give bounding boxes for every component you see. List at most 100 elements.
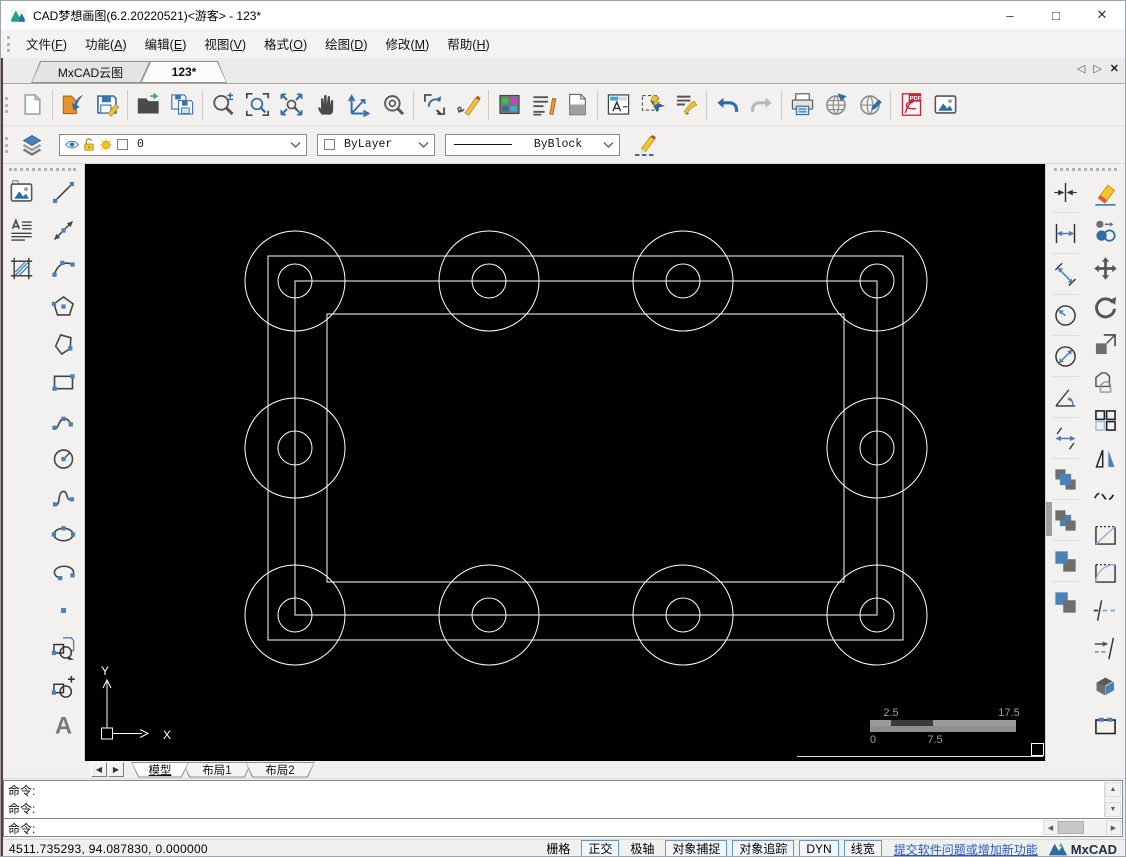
block-insert-button[interactable] xyxy=(46,631,80,665)
status-toggle-栅格[interactable]: 栅格 xyxy=(540,841,576,856)
new-file-button[interactable] xyxy=(15,88,49,122)
chevron-down-icon[interactable] xyxy=(417,141,430,149)
menu-item-1[interactable]: 文件(F) xyxy=(17,29,76,58)
status-toggle-线宽[interactable]: 线宽 xyxy=(843,840,882,856)
undo-button[interactable] xyxy=(710,88,744,122)
save-as-button[interactable] xyxy=(165,88,199,122)
toolbar-grip-handle[interactable] xyxy=(5,96,8,113)
layout-tab-布局2[interactable]: 布局2 xyxy=(245,762,315,778)
hatch-button[interactable] xyxy=(5,251,39,285)
palette-grip-handle[interactable] xyxy=(1053,168,1117,171)
match-properties-button[interactable] xyxy=(669,88,703,122)
spline-button[interactable] xyxy=(46,479,80,513)
maximize-button[interactable]: □ xyxy=(1033,1,1079,29)
ellipse-button[interactable] xyxy=(46,517,80,551)
linetype-select[interactable]: ByBlock xyxy=(445,133,620,156)
status-toggle-对象追踪[interactable]: 对象追踪 xyxy=(732,840,795,856)
irregular-polygon-button[interactable] xyxy=(46,327,80,361)
menu-item-5[interactable]: 格式(O) xyxy=(255,29,316,58)
mirror-button[interactable] xyxy=(1088,441,1122,475)
quick-select-button[interactable] xyxy=(635,88,669,122)
rotate-button[interactable] xyxy=(1088,289,1122,323)
dim-aligned-button[interactable] xyxy=(1049,257,1083,291)
menu-item-2[interactable]: 功能(A) xyxy=(76,29,136,58)
pdf-export-button[interactable]: PDF xyxy=(894,88,928,122)
web-publish-button[interactable] xyxy=(819,88,853,122)
document-tab-2[interactable]: 123* xyxy=(141,61,227,83)
draworder-front-button[interactable] xyxy=(1049,462,1083,496)
zoom-dynamic-button[interactable] xyxy=(206,88,240,122)
layer-select[interactable]: 0 xyxy=(59,133,307,156)
scroll-left-icon[interactable]: ◀ xyxy=(1043,820,1058,835)
color-select[interactable]: ByLayer xyxy=(317,133,435,156)
menu-item-4[interactable]: 视图(V) xyxy=(195,29,255,58)
zoom-center-button[interactable] xyxy=(376,88,410,122)
break-button[interactable] xyxy=(1088,593,1122,627)
dim-diameter-button[interactable] xyxy=(1049,339,1083,373)
menu-item-3[interactable]: 编辑(E) xyxy=(136,29,196,58)
toolbar-grip-handle[interactable] xyxy=(5,136,8,153)
menu-item-7[interactable]: 修改(M) xyxy=(377,29,439,58)
chevron-down-icon[interactable] xyxy=(602,141,615,149)
status-toggle-极轴[interactable]: 极轴 xyxy=(624,841,660,856)
fillet-button[interactable] xyxy=(1088,555,1122,589)
status-toggle-正交[interactable]: 正交 xyxy=(581,840,620,856)
solid-box-button[interactable] xyxy=(1088,669,1122,703)
scroll-right-icon[interactable]: ▶ xyxy=(1106,820,1121,835)
view-refresh-button[interactable] xyxy=(417,88,451,122)
linetype-edit-button[interactable] xyxy=(628,128,662,162)
web-transfer-button[interactable] xyxy=(853,88,887,122)
scroll-down-icon[interactable]: ▼ xyxy=(1105,802,1121,817)
minimize-button[interactable]: – xyxy=(987,1,1033,29)
status-toggle-对象捕捉[interactable]: 对象捕捉 xyxy=(665,840,728,856)
circle-button[interactable] xyxy=(46,441,80,475)
redo-button[interactable] xyxy=(744,88,778,122)
text-style-button[interactable] xyxy=(526,88,560,122)
rectangle-button[interactable] xyxy=(46,365,80,399)
layout-tab-布局1[interactable]: 布局1 xyxy=(182,762,252,778)
chevron-down-icon[interactable] xyxy=(289,141,302,149)
coordinate-axes-button[interactable] xyxy=(342,88,376,122)
dim-angular-button[interactable] xyxy=(1049,380,1083,414)
command-history-scrollbar[interactable]: ▲ ▼ xyxy=(1104,782,1121,817)
command-history[interactable]: 命令: 命令: ▲ ▼ xyxy=(3,780,1123,819)
layout-scroll-left-icon[interactable]: ◀ xyxy=(91,762,107,777)
draworder-back-button[interactable] xyxy=(1049,503,1083,537)
palette-grip-handle[interactable] xyxy=(9,168,76,171)
text-dialog-button[interactable] xyxy=(601,88,635,122)
close-button[interactable]: ✕ xyxy=(1079,1,1125,29)
palette-scrollbar-thumb[interactable] xyxy=(1045,502,1052,536)
menu-item-6[interactable]: 绘图(D) xyxy=(316,29,376,58)
draworder-above-button[interactable] xyxy=(1049,544,1083,578)
move-button[interactable] xyxy=(1088,251,1122,285)
erase-button[interactable] xyxy=(1088,175,1122,209)
save-button[interactable] xyxy=(90,88,124,122)
scrollbar-thumb[interactable] xyxy=(1058,821,1084,834)
color-palette-button[interactable] xyxy=(492,88,526,122)
document-tab-1[interactable]: MxCAD云图 xyxy=(31,61,150,83)
layout-tab-模型[interactable]: 模型 xyxy=(131,762,189,778)
menubar-grip-handle[interactable] xyxy=(7,35,10,52)
status-toggle-DYN[interactable]: DYN xyxy=(799,840,839,856)
zoom-extents-button[interactable] xyxy=(274,88,308,122)
tab-scroll-right-icon[interactable]: ▷ xyxy=(1093,62,1101,75)
dim-linear-button[interactable] xyxy=(1049,216,1083,250)
insert-image-tool-button[interactable] xyxy=(5,175,39,209)
open-drawing-button[interactable] xyxy=(56,88,90,122)
dim-baseline-button[interactable] xyxy=(1049,421,1083,455)
draworder-below-button[interactable] xyxy=(1049,585,1083,619)
extend-button[interactable] xyxy=(1088,631,1122,665)
open-folder-button[interactable] xyxy=(131,88,165,122)
chamfer-button[interactable] xyxy=(1088,517,1122,551)
ellipse-arc-button[interactable] xyxy=(46,555,80,589)
layer-manager-button[interactable] xyxy=(15,128,49,162)
offset-button[interactable] xyxy=(1088,365,1122,399)
menu-item-8[interactable]: 帮助(H) xyxy=(438,29,498,58)
command-input[interactable]: 命令: ◀ ▶ xyxy=(3,819,1123,837)
scroll-up-icon[interactable]: ▲ xyxy=(1105,782,1121,797)
line-button[interactable] xyxy=(46,175,80,209)
construction-line-button[interactable] xyxy=(46,213,80,247)
tab-close-icon[interactable]: ✕ xyxy=(1110,62,1119,75)
polyline-arc-button[interactable] xyxy=(46,403,80,437)
copy-button[interactable] xyxy=(1088,213,1122,247)
